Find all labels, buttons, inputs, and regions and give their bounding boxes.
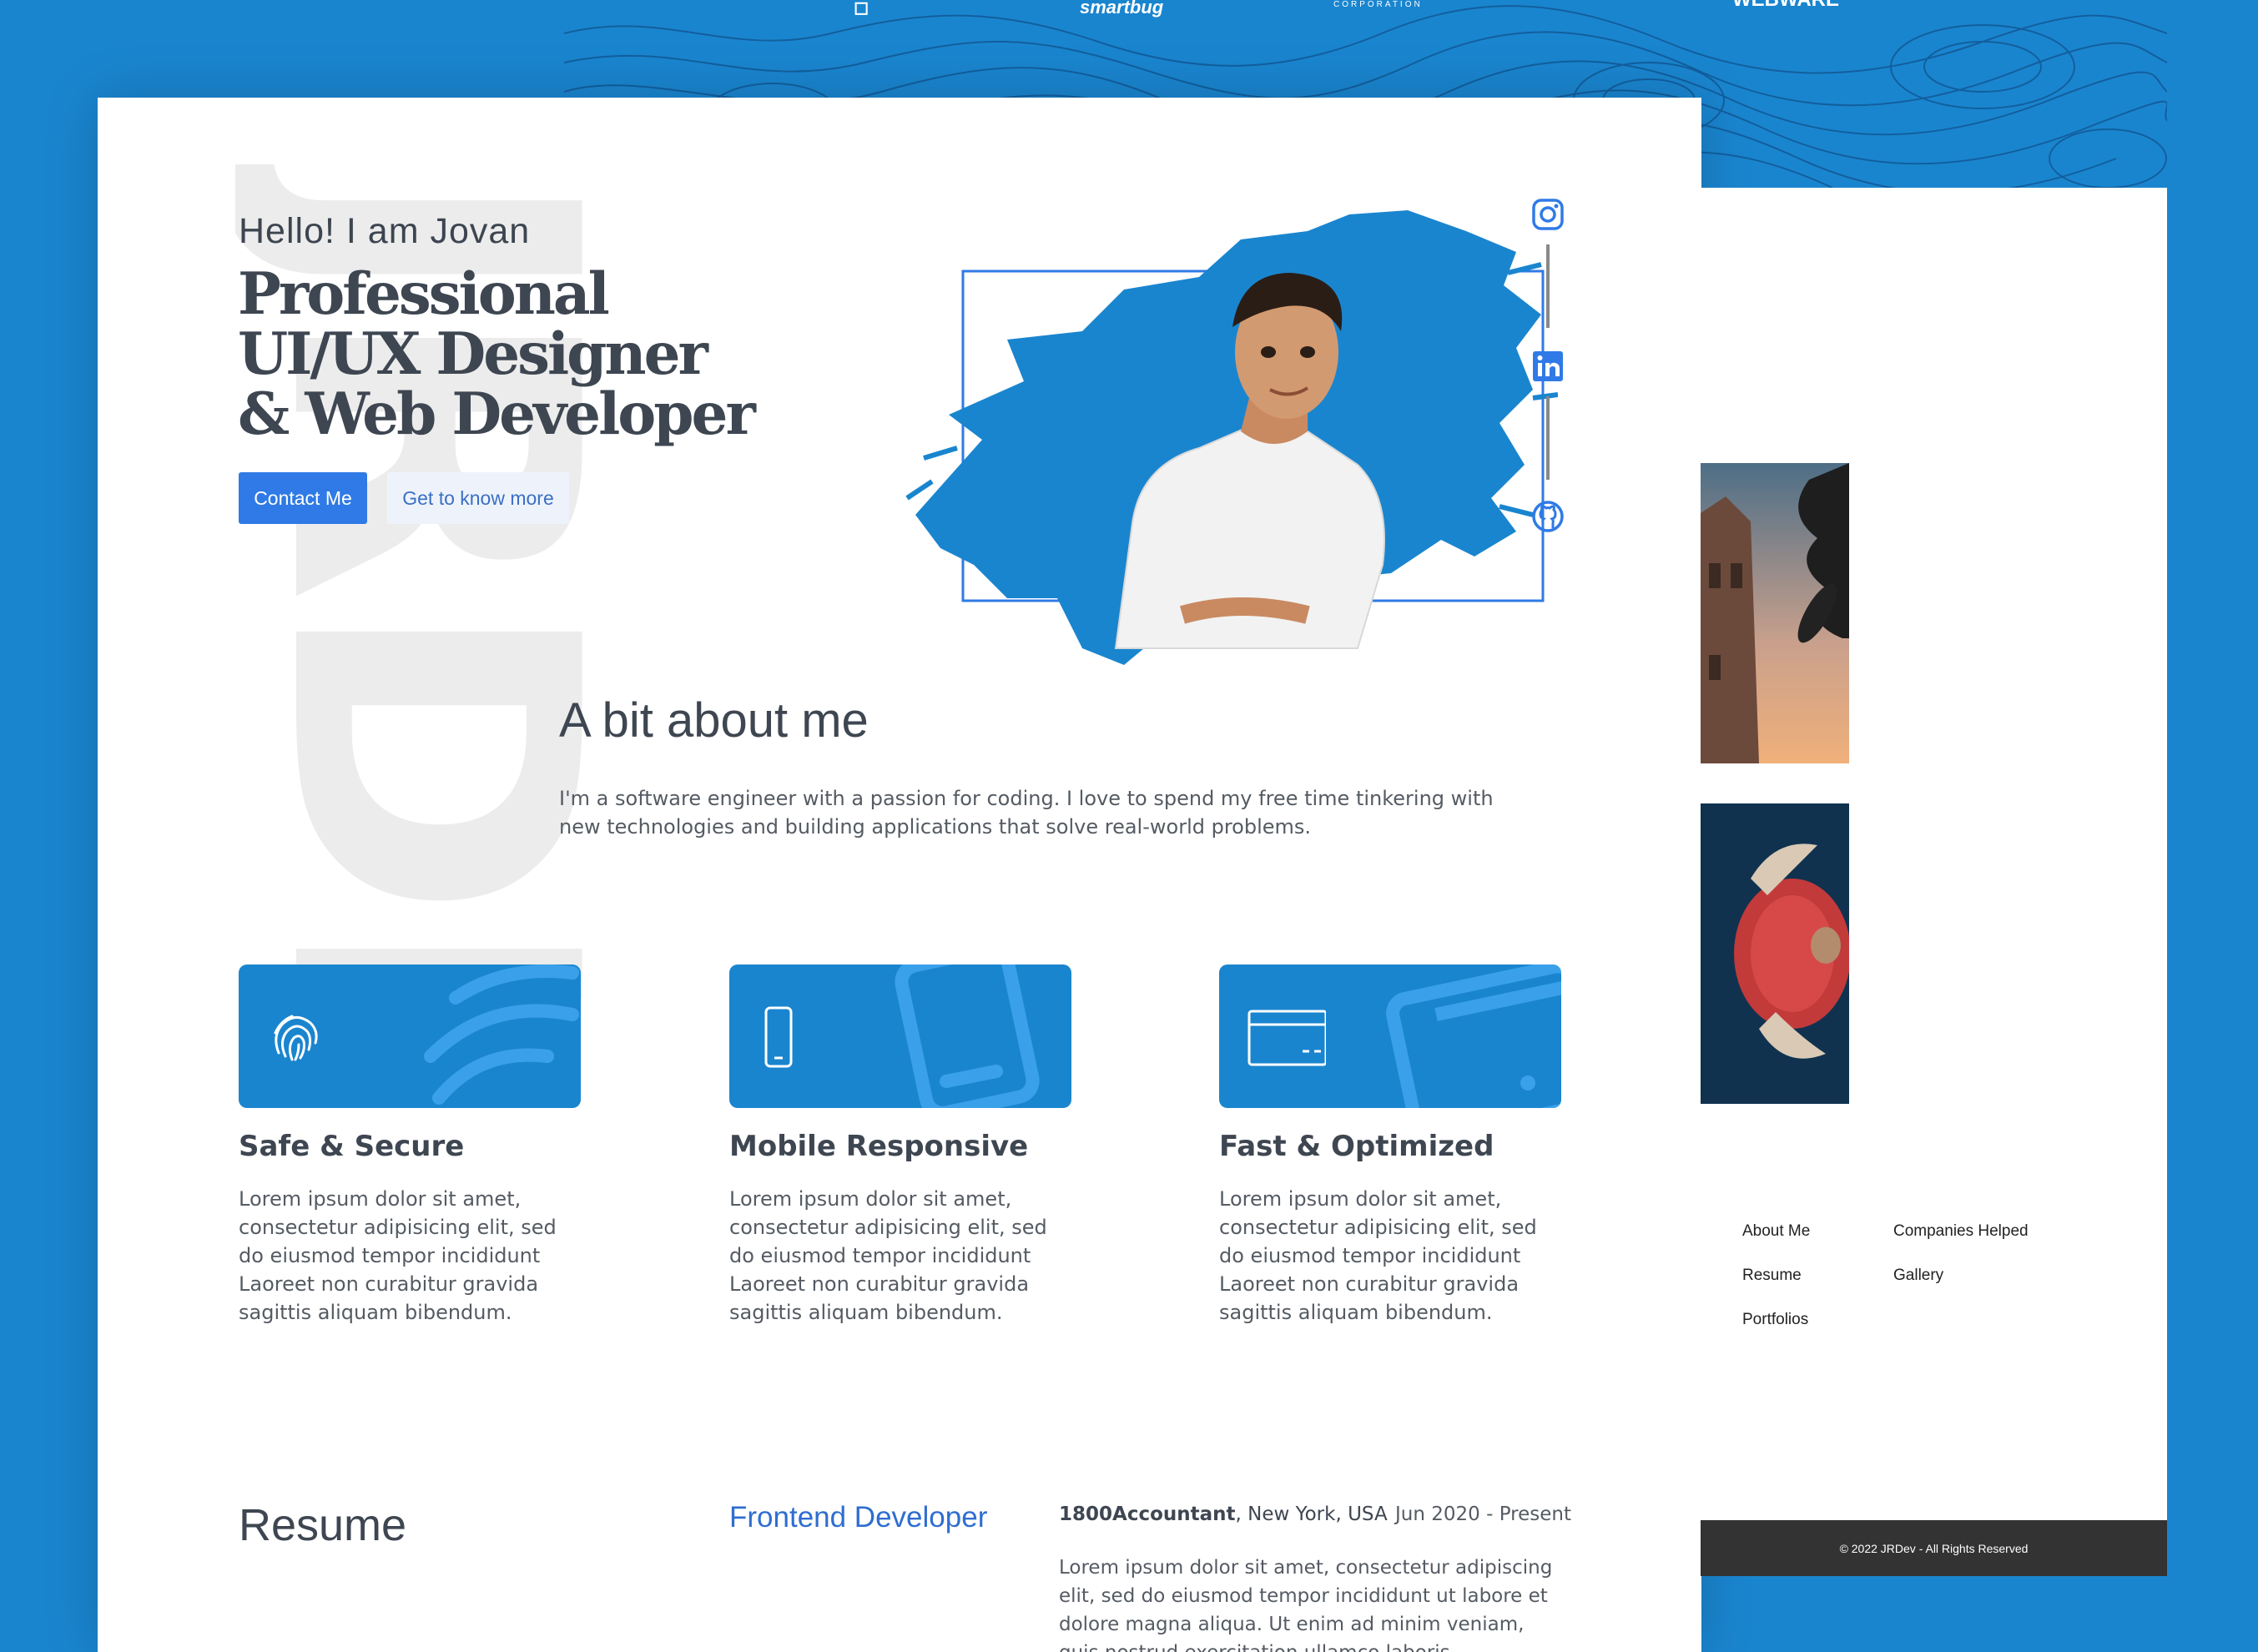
side-footer: © 2022 JRDev - All Rights Reserved [1701, 1520, 2167, 1576]
social-divider [1546, 396, 1550, 480]
side-nav-resume[interactable]: Resume [1742, 1267, 1802, 1285]
side-nav-companies[interactable]: Companies Helped [1893, 1222, 2029, 1241]
side-nav-portfolios[interactable]: Portfolios [1742, 1311, 1808, 1329]
mobile-bg-icon [895, 965, 1040, 1108]
company-location: , New York, USA [1235, 1503, 1388, 1525]
turtle-image [1701, 803, 1849, 1104]
feature-title: Mobile Responsive [729, 1130, 1029, 1163]
feature-title: Safe & Secure [239, 1130, 465, 1163]
feature-card-secure: Safe & Secure Lorem ipsum dolor sit amet… [239, 965, 581, 1327]
job-description: Lorem ipsum dolor sit amet, consectetur … [1059, 1557, 1553, 1652]
headline-line-2: UI/UX Designer [238, 320, 708, 388]
hero-portrait [807, 148, 1559, 715]
headline-line-1: Professional [238, 260, 610, 328]
company-name: 1800Accountant [1059, 1503, 1236, 1525]
feature-text: Lorem ipsum dolor sit amet, consectetur … [729, 1187, 1047, 1324]
credit-card-bg-icon [1386, 965, 1561, 1108]
resume-title: Resume [239, 1500, 407, 1550]
mobile-icon [764, 1006, 793, 1068]
instagram-icon[interactable] [1531, 198, 1565, 231]
about-title: A bit about me [559, 693, 869, 748]
feature-tile [1219, 965, 1561, 1108]
job-company: 1800Accountant, New York, USA [1059, 1503, 1388, 1525]
about-text: I'm a software engineer with a passion f… [559, 787, 1494, 839]
side-nav-about[interactable]: About Me [1742, 1222, 1810, 1241]
logo-fragment-left: ◻ [854, 0, 869, 18]
logo-corporation: CORPORATION [1333, 0, 1423, 9]
portrait-illustration [905, 210, 1559, 665]
get-to-know-more-button[interactable]: Get to know more [387, 472, 569, 524]
contact-me-button[interactable]: Contact Me [239, 472, 367, 524]
feature-card-fast: Fast & Optimized Lorem ipsum dolor sit a… [1219, 965, 1561, 1327]
feature-text: Lorem ipsum dolor sit amet, consectetur … [239, 1187, 557, 1324]
gallery-thumb-turtle[interactable] [1701, 803, 1849, 1104]
greeting: Hello! I am Jovan [239, 211, 531, 251]
feature-tile [729, 965, 1071, 1108]
gallery-thumb-tower[interactable] [1701, 463, 1849, 763]
feature-text: Lorem ipsum dolor sit amet, consectetur … [1219, 1187, 1537, 1324]
job-dates: Jun 2020 - Present [1395, 1503, 1571, 1525]
linkedin-icon[interactable] [1531, 350, 1565, 383]
hero-headline: Professional UI/UX Designer & Web Develo… [238, 264, 822, 445]
feature-tile [239, 965, 581, 1108]
job-title: Frontend Developer [729, 1501, 988, 1534]
feature-title: Fast & Optimized [1219, 1130, 1494, 1163]
logo-smartbug: smartbug [1080, 0, 1164, 18]
github-icon[interactable] [1531, 500, 1565, 533]
fingerprint-icon [274, 1015, 318, 1061]
social-divider [1546, 244, 1550, 328]
social-links [1526, 198, 1576, 548]
main-page-card: JRDEV Hello! I am Jovan Professional UI/… [98, 98, 1701, 1652]
side-nav-gallery[interactable]: Gallery [1893, 1267, 1943, 1285]
credit-card-icon [1247, 1010, 1326, 1066]
client-logos-row: ◻ smartbug CORPORATION WEBWARE [564, 0, 2167, 25]
logo-webware: WEBWARE [1732, 0, 1839, 12]
fingerprint-bg-icon [424, 965, 579, 1105]
tower-image [1701, 463, 1849, 763]
feature-card-mobile: Mobile Responsive Lorem ipsum dolor sit … [729, 965, 1071, 1327]
side-preview-panel: About Me Companies Helped Resume Gallery… [1701, 188, 2167, 1576]
headline-line-3: & Web Developer [238, 380, 756, 448]
